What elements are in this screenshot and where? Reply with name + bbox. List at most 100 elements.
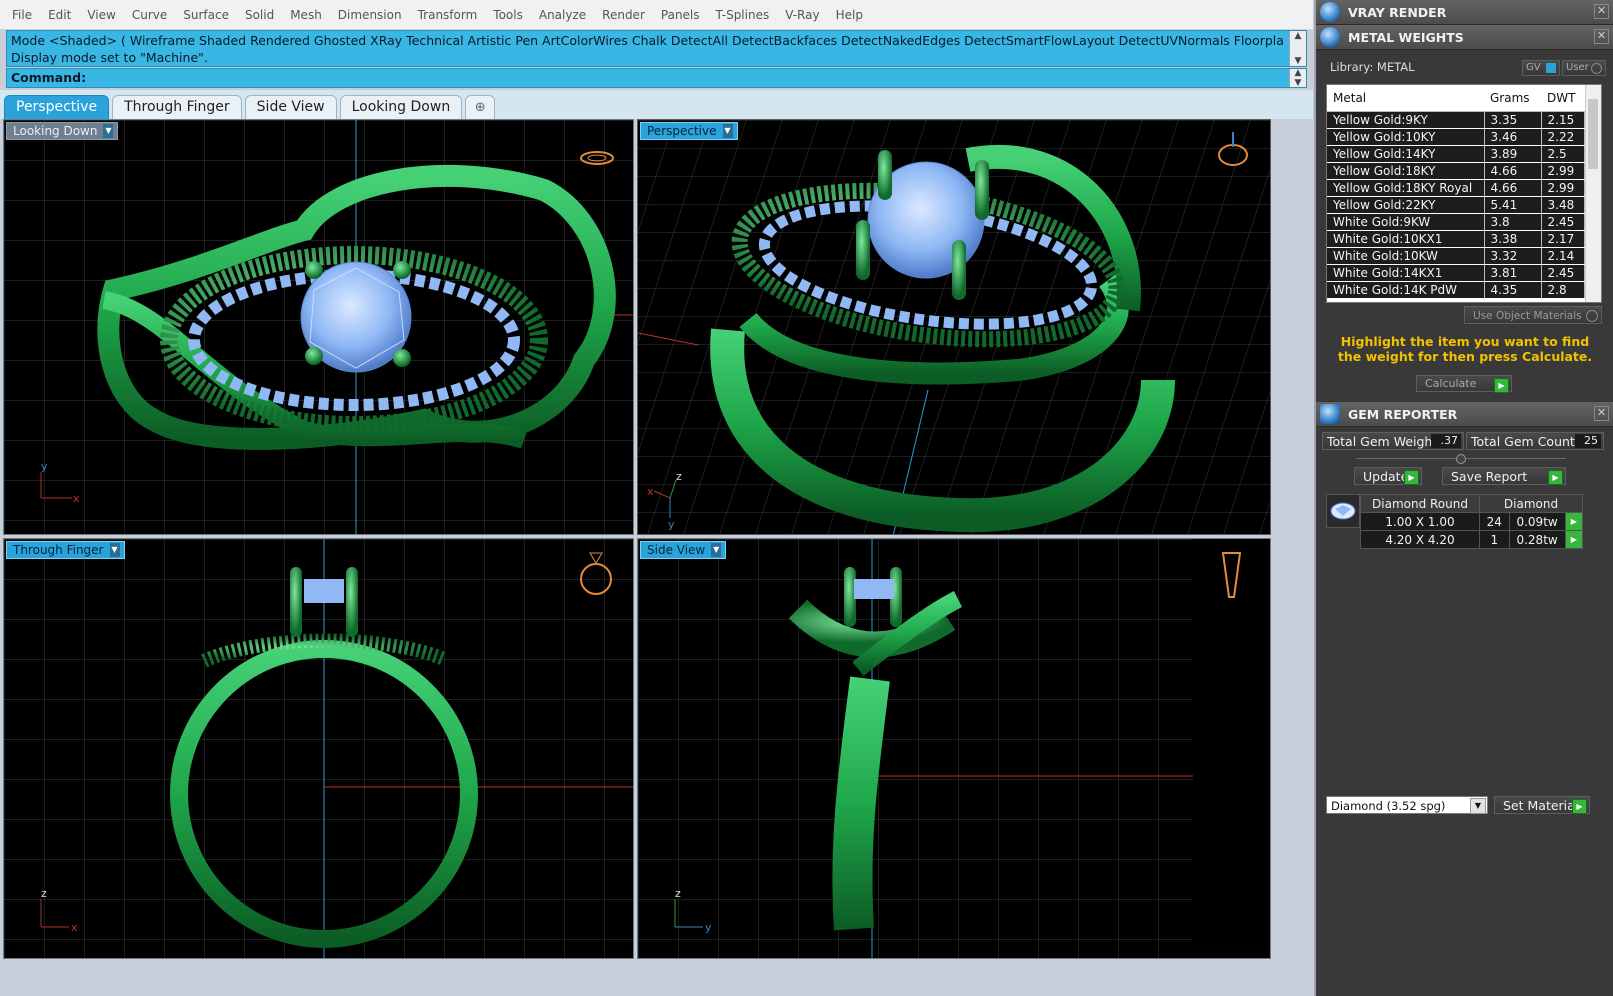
scroll-down-icon[interactable]: ▼ [1295,56,1302,66]
scroll-thumb[interactable] [1588,99,1598,169]
axis-label-z: z [676,470,682,483]
toggle-indicator-icon [1586,310,1598,322]
viewport-label[interactable]: Looking Down ▼ [6,122,119,140]
table-row[interactable]: White Gold:10KW 3.32 2.14 [1327,247,1585,265]
menu-item-analyze[interactable]: Analyze [531,8,594,22]
dropdown-arrow-icon[interactable]: ▼ [109,543,120,557]
menu-item-t-splines[interactable]: T-Splines [708,8,778,22]
table-scrollbar[interactable] [1585,85,1601,302]
gem-reporter-header[interactable]: GEM REPORTER ✕ [1316,402,1613,427]
tab-through-finger[interactable]: Through Finger [112,95,242,119]
table-row[interactable]: White Gold:10KX1 3.38 2.17 [1327,230,1585,248]
table-row[interactable]: Yellow Gold:9KY 3.35 2.15 [1327,111,1585,129]
column-header-grams[interactable]: Grams [1484,85,1541,112]
command-input[interactable]: Command: ▲ ▼ [6,68,1307,88]
menu-item-surface[interactable]: Surface [175,8,237,22]
scroll-down-icon[interactable]: ▼ [1295,79,1302,88]
material-select[interactable]: Diamond (3.52 spg) ▼ [1326,796,1488,814]
viewport-title: Perspective [647,124,717,138]
table-row[interactable]: Yellow Gold:18KY 4.66 2.99 [1327,162,1585,180]
user-toggle[interactable]: User [1562,60,1606,76]
menu-item-panels[interactable]: Panels [653,8,708,22]
viewport-label[interactable]: Perspective ▼ [640,122,738,140]
set-material-button[interactable]: Set Material ▶ [1494,796,1590,814]
gem-rows: 1.00 X 1.00 24 0.09tw ▶ 4.20 X 4.20 1 0.28tw ▶ [1360,512,1584,549]
menu-item-curve[interactable]: Curve [124,8,175,22]
viewport-tabs: Perspective Through Finger Side View Loo… [0,90,1313,119]
set-material-label: Set Material [1503,798,1579,813]
viewport-canvas[interactable]: z x [4,539,634,959]
metal-cell-grams: 3.32 [1484,247,1542,265]
viewport-through-finger[interactable]: z x Through Finger ▼ [3,538,634,959]
tab-looking-down[interactable]: Looking Down [339,95,463,119]
dropdown-arrow-icon[interactable]: ▼ [722,124,733,138]
metal-weights-table[interactable]: Metal Grams DWT Yellow Gold:9KY 3.35 2.15 Y… [1326,84,1602,303]
tab-side-view[interactable]: Side View [244,95,337,119]
column-header-dwt[interactable]: DWT [1541,85,1585,112]
menu-item-solid[interactable]: Solid [237,8,282,22]
use-object-materials-toggle[interactable]: Use Object Materials [1464,306,1602,324]
table-row[interactable]: White Gold:14K PdW 4.35 2.8 [1327,281,1585,299]
command-history-scrollbar[interactable]: ▲ ▼ [1289,31,1306,66]
viewport-label[interactable]: Through Finger ▼ [6,541,125,559]
gem-header-type: Diamond [1479,494,1583,513]
viewport-canvas[interactable]: y x [4,120,634,535]
metal-cell-dwt: 2.8 [1541,281,1585,299]
ring-orientation-icon [1221,552,1242,598]
menu-item-transform[interactable]: Transform [410,8,486,22]
metal-weights-header[interactable]: METAL WEIGHTS ✕ [1316,25,1613,50]
table-row[interactable]: White Gold:14KX1 3.81 2.45 [1327,264,1585,282]
close-icon[interactable]: ✕ [1594,4,1609,19]
metal-cell-grams: 5.41 [1484,196,1542,214]
gem-row[interactable]: 4.20 X 4.20 1 0.28tw ▶ [1360,530,1584,549]
tab-perspective[interactable]: Perspective [4,95,110,119]
menu-item-help[interactable]: Help [828,8,871,22]
viewport-canvas[interactable]: z y [638,539,1271,959]
table-row[interactable]: Yellow Gold:22KY 5.41 3.48 [1327,196,1585,214]
menu-item-dimension[interactable]: Dimension [330,8,410,22]
scroll-up-icon[interactable]: ▲ [1295,31,1302,41]
dropdown-arrow-icon[interactable]: ▼ [711,543,722,557]
metal-cell-grams: 3.89 [1484,145,1542,163]
metal-cell-dwt: 2.45 [1541,213,1585,231]
menu-item-view[interactable]: View [79,8,123,22]
table-row[interactable]: Yellow Gold:14KY 3.89 2.5 [1327,145,1585,163]
menu-item-mesh[interactable]: Mesh [282,8,330,22]
gem-row[interactable]: 1.00 X 1.00 24 0.09tw ▶ [1360,512,1584,531]
close-icon[interactable]: ✕ [1594,29,1609,44]
gem-cell-count: 24 [1479,512,1510,531]
menu-item-render[interactable]: Render [594,8,653,22]
viewport-title: Through Finger [13,543,104,557]
menu-item-file[interactable]: File [4,8,40,22]
viewport-label[interactable]: Side View ▼ [640,541,727,559]
slider-handle[interactable] [1456,454,1466,464]
viewport-canvas[interactable]: z x y [638,120,1271,535]
save-report-button[interactable]: Save Report ▶ [1442,467,1566,485]
vray-render-header[interactable]: VRAY RENDER ✕ [1316,0,1613,25]
play-icon[interactable]: ▶ [1564,512,1584,531]
command-scrollbar[interactable]: ▲ ▼ [1289,69,1306,88]
dropdown-arrow-icon[interactable]: ▼ [103,124,114,138]
menu-item-tools[interactable]: Tools [485,8,531,22]
panel-title: VRAY RENDER [1348,4,1447,20]
menu-item-edit[interactable]: Edit [40,8,79,22]
viewport-side-view[interactable]: z y Side View ▼ [637,538,1271,959]
menu-item-v-ray[interactable]: V-Ray [777,8,827,22]
gv-toggle[interactable]: GV [1522,60,1560,76]
toggle-indicator-icon [1546,63,1556,73]
calculate-button[interactable]: Calculate ▶ [1416,375,1512,393]
play-icon[interactable]: ▶ [1564,530,1584,549]
close-icon[interactable]: ✕ [1594,406,1609,421]
table-row[interactable]: Yellow Gold:10KY 3.46 2.22 [1327,128,1585,146]
material-select-value: Diamond (3.52 spg) [1331,799,1446,813]
viewport-looking-down[interactable]: y x Looking Down ▼ [3,119,634,535]
chevron-down-icon[interactable]: ▼ [1470,798,1486,814]
table-row[interactable]: Yellow Gold:18KY Royal 4.66 2.99 [1327,179,1585,197]
column-header-metal[interactable]: Metal [1327,85,1484,112]
update-button[interactable]: Update ▶ [1354,467,1422,485]
table-row[interactable]: White Gold:9KW 3.8 2.45 [1327,213,1585,231]
metal-cell-grams: 4.66 [1484,162,1542,180]
viewport-perspective[interactable]: z x y Perspective ▼ [637,119,1271,535]
add-tab-icon[interactable]: ⊕ [465,95,496,119]
scroll-up-icon[interactable]: ▲ [1295,69,1302,78]
